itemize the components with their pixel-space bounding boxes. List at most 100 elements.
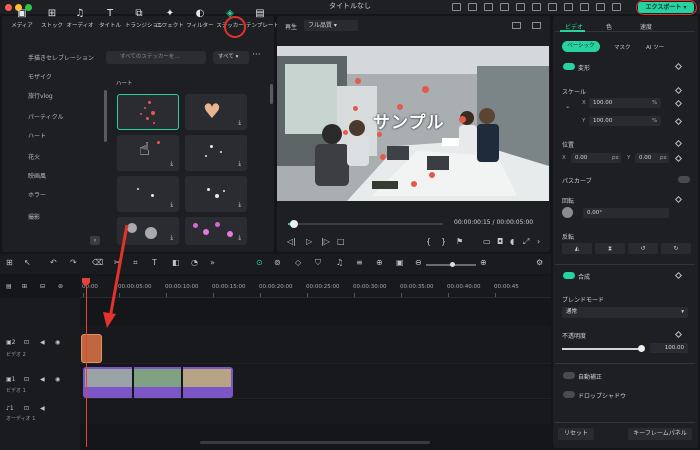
window-icon[interactable] xyxy=(580,3,589,11)
video-preview[interactable]: サンプル xyxy=(277,46,549,201)
layout-grid-icon[interactable]: ⊞ xyxy=(6,258,13,267)
sticker-thumbnail[interactable] xyxy=(117,94,179,130)
sticker-clip[interactable] xyxy=(81,334,102,363)
speed-icon[interactable]: ◔ xyxy=(191,258,198,267)
flip-horizontal-button[interactable]: ◭ xyxy=(562,243,592,254)
more-tools-icon[interactable]: » xyxy=(210,258,215,267)
undo-icon[interactable]: ↶ xyxy=(50,258,57,267)
voiceover-icon[interactable]: ≡ xyxy=(356,258,363,267)
composite-toggle[interactable] xyxy=(563,272,575,279)
track-audio-icon[interactable]: ◀ xyxy=(40,405,45,412)
sidebar-item[interactable]: 映画風 xyxy=(28,171,46,180)
progress-knob[interactable] xyxy=(290,220,298,228)
transform-toggle[interactable] xyxy=(563,63,575,70)
previous-frame-icon[interactable]: ◁| xyxy=(287,237,296,246)
sticker-thumbnail[interactable]: ⤓ xyxy=(117,176,179,212)
tool-media[interactable]: ▣ メディア xyxy=(8,8,36,29)
sidebar-item[interactable]: モザイク xyxy=(28,72,52,81)
zoom-in-icon[interactable]: ⊕ xyxy=(480,258,487,267)
camera-icon[interactable]: ◘ xyxy=(497,237,503,246)
more-options-icon[interactable]: ··· xyxy=(252,50,261,60)
download-icon[interactable]: ⤓ xyxy=(170,160,173,168)
split-icon[interactable]: ✂ xyxy=(114,258,121,267)
keyframe-icon[interactable]: ◇ xyxy=(295,258,301,267)
scale-x-field[interactable]: 100.00 xyxy=(589,98,661,108)
snap-icon[interactable]: ⊙ xyxy=(256,258,263,267)
tool-filter[interactable]: ◐ フィルター xyxy=(186,8,214,29)
sticker-thumbnail[interactable]: ☝ ⤓ xyxy=(117,135,179,171)
subtab-mask[interactable]: マスク xyxy=(614,43,631,51)
link-icon[interactable]: ⊟ xyxy=(40,283,45,290)
zoom-out-icon[interactable]: ⊖ xyxy=(415,258,422,267)
gift-icon[interactable] xyxy=(468,3,477,11)
mark-out-icon[interactable]: } xyxy=(441,237,446,246)
rotate-field[interactable]: 0.00° xyxy=(583,208,669,218)
cloud-icon[interactable] xyxy=(500,3,509,11)
download-icon[interactable]: ⤓ xyxy=(238,119,241,127)
download-icon[interactable]: ⤓ xyxy=(238,234,241,242)
overlay-text[interactable]: サンプル xyxy=(373,108,445,133)
drop-shadow-toggle[interactable] xyxy=(563,391,575,398)
link-scale-icon[interactable]: ⌁ xyxy=(566,104,570,111)
tool-template[interactable]: ▤ テンプレート xyxy=(246,8,279,29)
path-curve-toggle[interactable] xyxy=(678,176,690,183)
zoom-knob[interactable] xyxy=(450,262,455,267)
add-track-icon[interactable]: ▤ xyxy=(6,283,12,290)
home-icon[interactable] xyxy=(452,3,461,11)
category-scrollbar[interactable] xyxy=(104,90,107,142)
account-icon[interactable] xyxy=(484,3,493,11)
playback-progress-bar[interactable] xyxy=(288,223,443,225)
opacity-slider[interactable] xyxy=(562,348,642,350)
split-icon[interactable] xyxy=(612,3,621,11)
sidebar-item[interactable]: ハート xyxy=(28,131,46,140)
flip-vertical-button[interactable]: ⧗ xyxy=(595,243,625,254)
select-tool-icon[interactable]: ↖ xyxy=(24,258,31,267)
stop-icon[interactable]: □ xyxy=(337,237,345,246)
track-manage-icon[interactable]: ⊞ xyxy=(22,283,27,290)
magnet-icon[interactable]: ⊚ xyxy=(58,283,63,290)
marker-icon[interactable]: ⚑ xyxy=(456,237,463,246)
audio-level-icon[interactable]: ◖ xyxy=(510,237,514,246)
snapshot-icon[interactable] xyxy=(512,22,521,29)
timeline-settings-icon[interactable]: ⚙ xyxy=(536,258,543,267)
tool-audio[interactable]: ♫ オーディオ xyxy=(66,8,94,29)
sticker-search-input[interactable]: すべてのステッカーを... xyxy=(106,51,206,64)
notification-icon[interactable] xyxy=(516,3,525,11)
tab-speed[interactable]: 速度 xyxy=(640,22,652,31)
audio-track-1[interactable] xyxy=(80,400,551,424)
sticker-thumbnail[interactable]: ⤓ xyxy=(185,176,247,212)
mark-in-icon[interactable]: { xyxy=(426,237,431,246)
panel-icon[interactable] xyxy=(596,3,605,11)
auto-ripple-icon[interactable]: ⊚ xyxy=(274,258,281,267)
sidebar-item[interactable]: 撮影 xyxy=(28,212,40,221)
display-settings-icon[interactable] xyxy=(532,22,541,29)
subtab-ai-tools[interactable]: AI ツー xyxy=(646,43,664,51)
track-audio-icon[interactable]: ◀ xyxy=(40,376,45,383)
subtab-basic[interactable]: ベーシック xyxy=(562,41,600,52)
sticker-thumbnail[interactable]: ♥ ⤓ xyxy=(185,94,247,130)
blend-mode-select[interactable]: 通常 ▾ xyxy=(562,307,688,318)
sticker-scrollbar[interactable] xyxy=(270,84,273,104)
opacity-knob[interactable] xyxy=(638,345,645,352)
tool-stock[interactable]: ⊞ ストック xyxy=(38,8,66,29)
rotate-left-button[interactable]: ↺ xyxy=(628,243,658,254)
sidebar-item[interactable]: パーティクル xyxy=(28,112,63,121)
download-icon[interactable]: ⤓ xyxy=(170,201,173,209)
download-icon[interactable]: ⤓ xyxy=(238,201,241,209)
tool-transition[interactable]: ⧉ トランジション xyxy=(125,8,164,29)
delete-icon[interactable]: ⌫ xyxy=(92,258,103,267)
download-icon[interactable]: ⤓ xyxy=(238,160,241,168)
render-icon[interactable]: ▣ xyxy=(396,258,404,267)
download-icon[interactable]: ⤓ xyxy=(170,234,173,242)
video-track-2[interactable] xyxy=(80,326,551,364)
monitor-icon[interactable]: ▭ xyxy=(483,237,491,246)
track-visibility-icon[interactable]: ◉ xyxy=(55,339,60,346)
timeline-scrollbar[interactable] xyxy=(200,441,430,444)
sticker-thumbnail[interactable]: ⤓ xyxy=(185,135,247,171)
layout-icon[interactable] xyxy=(548,3,557,11)
text-icon[interactable]: T xyxy=(152,258,157,267)
track-lock-icon[interactable]: ⊡ xyxy=(24,405,29,412)
microphone-icon[interactable]: ♫ xyxy=(336,258,343,267)
play-icon[interactable]: ▷ xyxy=(306,237,312,246)
sidebar-item[interactable]: 花火 xyxy=(28,152,40,161)
